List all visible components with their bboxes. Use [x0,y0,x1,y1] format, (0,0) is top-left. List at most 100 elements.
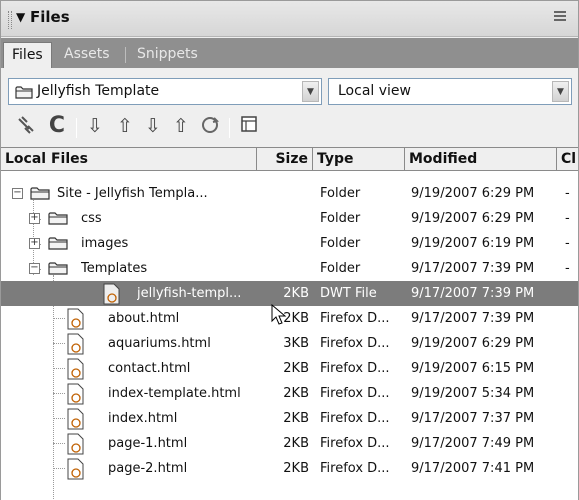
file-modified: 9/19/2007 6:15 PM [411,361,535,376]
file-size: 2KB [283,386,309,401]
file-modified: 9/19/2007 6:19 PM [411,236,535,251]
tab-divider [125,47,126,63]
synchronize-icon[interactable] [198,114,222,138]
tree-guide-line [53,443,65,444]
check-in-icon[interactable]: ⇧ [169,114,193,138]
file-modified: 9/17/2007 7:39 PM [411,261,535,276]
panel-title-bar[interactable]: ▼ Files [1,1,578,37]
file-modified: 9/19/2007 6:29 PM [411,336,535,351]
table-row[interactable]: − Templates Folder 9/17/2007 7:39 PM - [1,256,578,281]
view-select[interactable]: Local view ▼ [328,78,572,105]
tree-guide-line [53,393,65,394]
site-folder-icon [15,86,33,99]
expand-toggle-icon[interactable]: + [29,238,40,249]
file-type: Firefox D... [320,386,390,401]
table-row[interactable]: index-template.html 2KB Firefox D... 9/1… [1,381,578,406]
file-type: Folder [320,211,361,226]
html-file-icon [67,358,84,380]
toolbar-divider [76,118,77,138]
chevron-down-icon[interactable]: ▼ [552,81,569,102]
column-header-modified[interactable]: Modified [405,148,557,170]
drag-grip-icon[interactable] [8,11,12,29]
table-row[interactable]: index.html 2KB Firefox D... 9/17/2007 7:… [1,406,578,431]
collapse-toggle-icon[interactable]: − [12,188,23,199]
file-checked-out: - [565,236,570,251]
tree-guide-line [53,468,65,469]
table-header: Local Files Size Type Modified Cl [1,147,578,171]
html-file-icon [67,308,84,330]
connect-icon[interactable] [15,114,39,138]
tab-snippets[interactable]: Snippets [129,42,206,68]
files-panel: ▼ Files Files Assets Snippets Jellyfish … [0,0,579,500]
tab-assets[interactable]: Assets [56,42,118,68]
files-toolbar: C ⇩ ⇧ ⇩ ⇧ [1,108,578,146]
file-modified: 9/17/2007 7:49 PM [411,436,535,451]
refresh-icon[interactable]: C [45,114,69,138]
mouse-pointer-icon [271,304,287,325]
file-size: 2KB [283,461,309,476]
tree-guide-line [53,418,65,419]
file-checked-out: - [565,211,570,226]
file-name: jellyfish-templ... [137,286,242,301]
panel-options-menu-icon[interactable] [554,11,568,25]
site-select-value: Jellyfish Template [37,83,160,99]
file-name: css [81,211,102,226]
file-name: images [81,236,129,251]
table-row[interactable]: page-2.html 2KB Firefox D... 9/17/2007 7… [1,456,578,481]
folder-icon [48,262,68,275]
html-file-icon [67,458,84,480]
view-select-value: Local view [338,83,411,99]
file-size: 2KB [283,361,309,376]
get-files-icon[interactable]: ⇩ [83,114,107,138]
html-file-icon [67,383,84,405]
column-header-checked-out[interactable]: Cl [557,148,578,170]
file-name: page-2.html [108,461,188,476]
html-file-icon [67,433,84,455]
table-row[interactable]: − Site - Jellyfish Templa... Folder 9/19… [1,181,578,206]
file-type: Folder [320,236,361,251]
file-checked-out: - [565,261,570,276]
column-header-type[interactable]: Type [313,148,405,170]
site-folder-icon [30,187,50,200]
table-row[interactable]: + css Folder 9/19/2007 6:29 PM - [1,206,578,231]
file-size: 2KB [283,286,309,301]
table-row[interactable]: page-1.html 2KB Firefox D... 9/17/2007 7… [1,431,578,456]
file-name: index-template.html [108,386,241,401]
file-size: 2KB [283,411,309,426]
file-modified: 9/17/2007 7:39 PM [411,311,535,326]
table-row-selected[interactable]: jellyfish-templ... 2KB DWT File 9/17/200… [1,281,578,306]
table-row[interactable]: about.html 2KB Firefox D... 9/17/2007 7:… [1,306,578,331]
file-type: DWT File [320,286,377,301]
file-name: aquariums.html [108,336,211,351]
table-row[interactable]: aquariums.html 3KB Firefox D... 9/19/200… [1,331,578,356]
site-select[interactable]: Jellyfish Template ▼ [8,78,322,105]
file-modified: 9/17/2007 7:41 PM [411,461,535,476]
file-modified: 9/19/2007 6:29 PM [411,186,535,201]
collapse-toggle-icon[interactable]: − [29,263,40,274]
file-modified: 9/17/2007 7:39 PM [411,286,535,301]
tab-files[interactable]: Files [3,42,52,68]
column-header-local-files[interactable]: Local Files [1,148,257,170]
file-modified: 9/17/2007 7:37 PM [411,411,535,426]
file-type: Folder [320,186,361,201]
folder-icon [48,212,68,225]
chevron-down-icon[interactable]: ▼ [302,81,319,102]
file-size: 2KB [283,436,309,451]
expand-view-icon[interactable] [237,114,261,138]
folder-icon [48,237,68,250]
tree-guide-line [53,343,65,344]
table-row[interactable]: + images Folder 9/19/2007 6:19 PM - [1,231,578,256]
check-out-icon[interactable]: ⇩ [141,114,165,138]
file-type: Firefox D... [320,336,390,351]
file-name: Site - Jellyfish Templa... [57,186,208,201]
collapse-arrow-icon[interactable]: ▼ [16,10,25,24]
file-name: about.html [108,311,180,326]
put-files-icon[interactable]: ⇧ [113,114,137,138]
expand-toggle-icon[interactable]: + [29,213,40,224]
local-files-table: Local Files Size Type Modified Cl − Site… [1,147,578,500]
table-row[interactable]: contact.html 2KB Firefox D... 9/19/2007 … [1,356,578,381]
toolbar-divider [229,118,230,138]
file-type: Folder [320,261,361,276]
selector-row: Jellyfish Template ▼ Local view ▼ [1,78,578,108]
column-header-size[interactable]: Size [257,148,313,170]
